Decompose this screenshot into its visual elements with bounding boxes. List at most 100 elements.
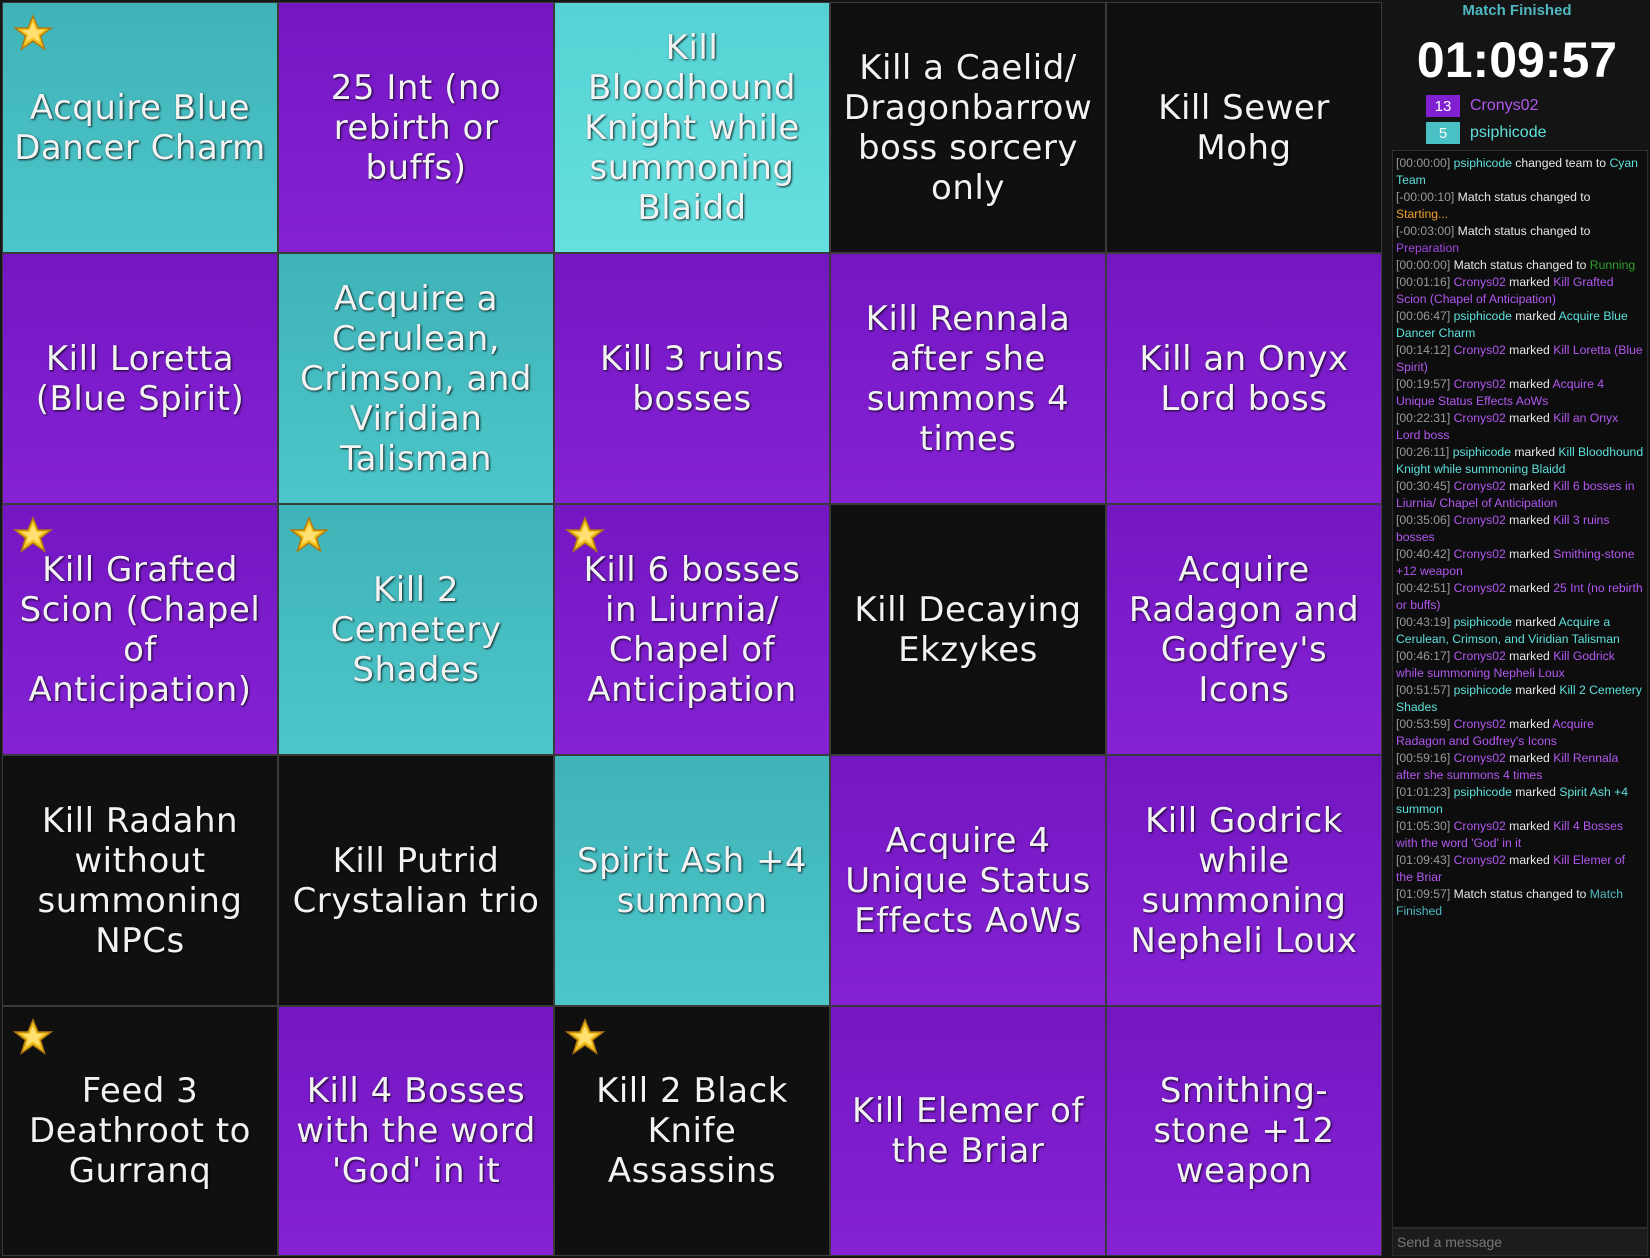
log-text: Cronys02 xyxy=(1453,343,1506,357)
bingo-cell[interactable]: Kill Loretta (Blue Spirit) xyxy=(2,253,278,504)
bingo-cell-label: Acquire Blue Dancer Charm xyxy=(14,87,266,168)
log-text: Cronys02 xyxy=(1453,853,1506,867)
bingo-cell-label: Kill a Caelid/ Dragonbarrow boss sorcery… xyxy=(843,47,1093,208)
log-text: marked xyxy=(1511,683,1560,697)
log-text: marked xyxy=(1505,717,1553,731)
bingo-cell-label: Kill Elemer of the Briar xyxy=(852,1091,1084,1171)
log-timestamp: [00:01:16] xyxy=(1396,275,1451,289)
bingo-cell-label: Kill Godrick while summoning Nepheli Lou… xyxy=(1130,800,1358,961)
log-text: Match status changed to xyxy=(1450,258,1590,272)
chat-log-entry: [-00:00:10] Match status changed to Star… xyxy=(1396,189,1645,223)
bingo-cell[interactable]: Kill Bloodhound Knight while summoning B… xyxy=(554,2,830,253)
bingo-cell-label: Kill Decaying Ekzykes xyxy=(854,589,1082,670)
log-text: Starting... xyxy=(1396,207,1449,221)
chat-log-entry: [00:30:45] Cronys02 marked Kill 6 bosses… xyxy=(1396,478,1645,512)
bingo-cell[interactable]: Kill 4 Bosses with the word 'God' in it xyxy=(278,1006,554,1256)
log-text: Cronys02 xyxy=(1453,649,1506,663)
team-row-purple: 13 Cronys02 xyxy=(1426,94,1538,118)
chat-log[interactable]: [00:00:00] psiphicode changed team to Cy… xyxy=(1392,150,1648,1228)
log-text: Match status changed to xyxy=(1450,887,1590,901)
log-timestamp: [00:00:00] xyxy=(1396,156,1451,170)
bingo-cell[interactable]: Spirit Ash +4 summon xyxy=(554,755,830,1006)
log-timestamp: [00:53:59] xyxy=(1396,717,1451,731)
log-text: Cronys02 xyxy=(1453,547,1506,561)
log-text: Cronys02 xyxy=(1453,377,1506,391)
bingo-cell[interactable]: Kill Rennala after she summons 4 times xyxy=(830,253,1106,504)
bingo-cell-label: Kill 4 Bosses with the word 'God' in it xyxy=(296,1071,536,1191)
log-timestamp: [01:09:57] xyxy=(1396,887,1451,901)
team-row-cyan: 5 psiphicode xyxy=(1426,121,1547,145)
chat-log-entry: [00:26:11] psiphicode marked Kill Bloodh… xyxy=(1396,444,1645,478)
chat-log-entry: [00:35:06] Cronys02 marked Kill 3 ruins … xyxy=(1396,512,1645,546)
star-icon xyxy=(565,1018,605,1055)
bingo-cell[interactable]: Kill 6 bosses in Liurnia/ Chapel of Anti… xyxy=(554,504,830,755)
log-timestamp: [-00:00:10] xyxy=(1396,190,1455,204)
log-timestamp: [00:14:12] xyxy=(1396,343,1451,357)
log-text: psiphicode xyxy=(1453,615,1512,629)
bingo-cell[interactable]: Kill Sewer Mohg xyxy=(1106,2,1382,253)
log-text: marked xyxy=(1505,513,1554,527)
bingo-cell-label: Kill 2 Black Knife Assassins xyxy=(596,1071,788,1191)
bingo-cell[interactable]: Kill 2 Cemetery Shades xyxy=(278,504,554,755)
bingo-cell[interactable]: Kill a Caelid/ Dragonbarrow boss sorcery… xyxy=(830,2,1106,253)
log-text: Cronys02 xyxy=(1453,751,1506,765)
bingo-cell[interactable]: Acquire 4 Unique Status Effects AoWs xyxy=(830,755,1106,1006)
chat-log-entry: [01:09:43] Cronys02 marked Kill Elemer o… xyxy=(1396,852,1645,886)
bingo-cell-label: Acquire 4 Unique Status Effects AoWs xyxy=(845,820,1091,941)
log-timestamp: [00:51:57] xyxy=(1396,683,1451,697)
bingo-cell[interactable]: Acquire a Cerulean, Crimson, and Viridia… xyxy=(278,253,554,504)
chat-log-entry: [00:40:42] Cronys02 marked Smithing-ston… xyxy=(1396,546,1645,580)
bingo-cell[interactable]: Kill Decaying Ekzykes xyxy=(830,504,1106,755)
bingo-cell-label: Kill 3 ruins bosses xyxy=(599,338,785,419)
match-status: Match Finished xyxy=(1462,2,1572,19)
chat-log-entry: [00:00:00] psiphicode changed team to Cy… xyxy=(1396,155,1645,189)
bingo-cell[interactable]: Kill an Onyx Lord boss xyxy=(1106,253,1382,504)
log-text: marked xyxy=(1505,649,1554,663)
bingo-cell[interactable]: Feed 3 Deathroot to Gurranq xyxy=(2,1006,278,1256)
star-icon xyxy=(289,516,329,553)
log-text: marked xyxy=(1505,377,1553,391)
message-input[interactable] xyxy=(1392,1228,1648,1256)
log-text: marked xyxy=(1505,275,1554,289)
bingo-cell[interactable]: Kill 3 ruins bosses xyxy=(554,253,830,504)
log-text: marked xyxy=(1505,547,1554,561)
log-text: Cronys02 xyxy=(1453,717,1506,731)
team-score: 5 xyxy=(1426,122,1460,144)
chat-log-entry: [-00:03:00] Match status changed to Prep… xyxy=(1396,223,1645,257)
log-text: marked xyxy=(1505,411,1554,425)
log-timestamp: [00:19:57] xyxy=(1396,377,1451,391)
log-timestamp: [01:01:23] xyxy=(1396,785,1451,799)
bingo-cell[interactable]: Smithing-stone +12 weapon xyxy=(1106,1006,1382,1256)
bingo-cell-label: Spirit Ash +4 summon xyxy=(576,840,808,921)
chat-log-entry: [01:09:57] Match status changed to Match… xyxy=(1396,886,1645,920)
log-timestamp: [00:30:45] xyxy=(1396,479,1451,493)
log-text: Match status changed to xyxy=(1454,190,1591,204)
log-timestamp: [00:06:47] xyxy=(1396,309,1451,323)
log-text: Preparation xyxy=(1396,241,1460,255)
log-timestamp: [00:00:00] xyxy=(1396,258,1451,272)
bingo-cell[interactable]: Kill Godrick while summoning Nepheli Lou… xyxy=(1106,755,1382,1006)
team-score: 13 xyxy=(1426,95,1460,117)
chat-log-entry: [00:01:16] Cronys02 marked Kill Grafted … xyxy=(1396,274,1645,308)
log-timestamp: [00:42:51] xyxy=(1396,581,1451,595)
star-icon xyxy=(565,516,605,553)
log-text: marked xyxy=(1505,751,1554,765)
bingo-cell[interactable]: Kill 2 Black Knife Assassins xyxy=(554,1006,830,1256)
bingo-cell[interactable]: Acquire Radagon and Godfrey's Icons xyxy=(1106,504,1382,755)
bingo-cell-label: Kill Rennala after she summons 4 times xyxy=(865,298,1071,459)
bingo-cell[interactable]: 25 Int (no rebirth or buffs) xyxy=(278,2,554,253)
bingo-cell[interactable]: Kill Elemer of the Briar xyxy=(830,1006,1106,1256)
bingo-cell[interactable]: Acquire Blue Dancer Charm xyxy=(2,2,278,253)
log-timestamp: [01:05:30] xyxy=(1396,819,1451,833)
log-text: marked xyxy=(1505,853,1554,867)
log-text: marked xyxy=(1510,445,1559,459)
chat-log-entry: [00:06:47] psiphicode marked Acquire Blu… xyxy=(1396,308,1645,342)
bingo-cell[interactable]: Kill Radahn without summoning NPCs xyxy=(2,755,278,1006)
bingo-cell-label: Acquire Radagon and Godfrey's Icons xyxy=(1128,549,1360,710)
bingo-cell[interactable]: Kill Grafted Scion (Chapel of Anticipati… xyxy=(2,504,278,755)
bingo-cell-label: Kill Radahn without summoning NPCs xyxy=(37,800,243,961)
team-player-name: psiphicode xyxy=(1470,124,1547,141)
star-icon xyxy=(13,1018,53,1055)
bingo-cell-label: Kill Loretta (Blue Spirit) xyxy=(35,338,245,419)
bingo-cell[interactable]: Kill Putrid Crystalian trio xyxy=(278,755,554,1006)
